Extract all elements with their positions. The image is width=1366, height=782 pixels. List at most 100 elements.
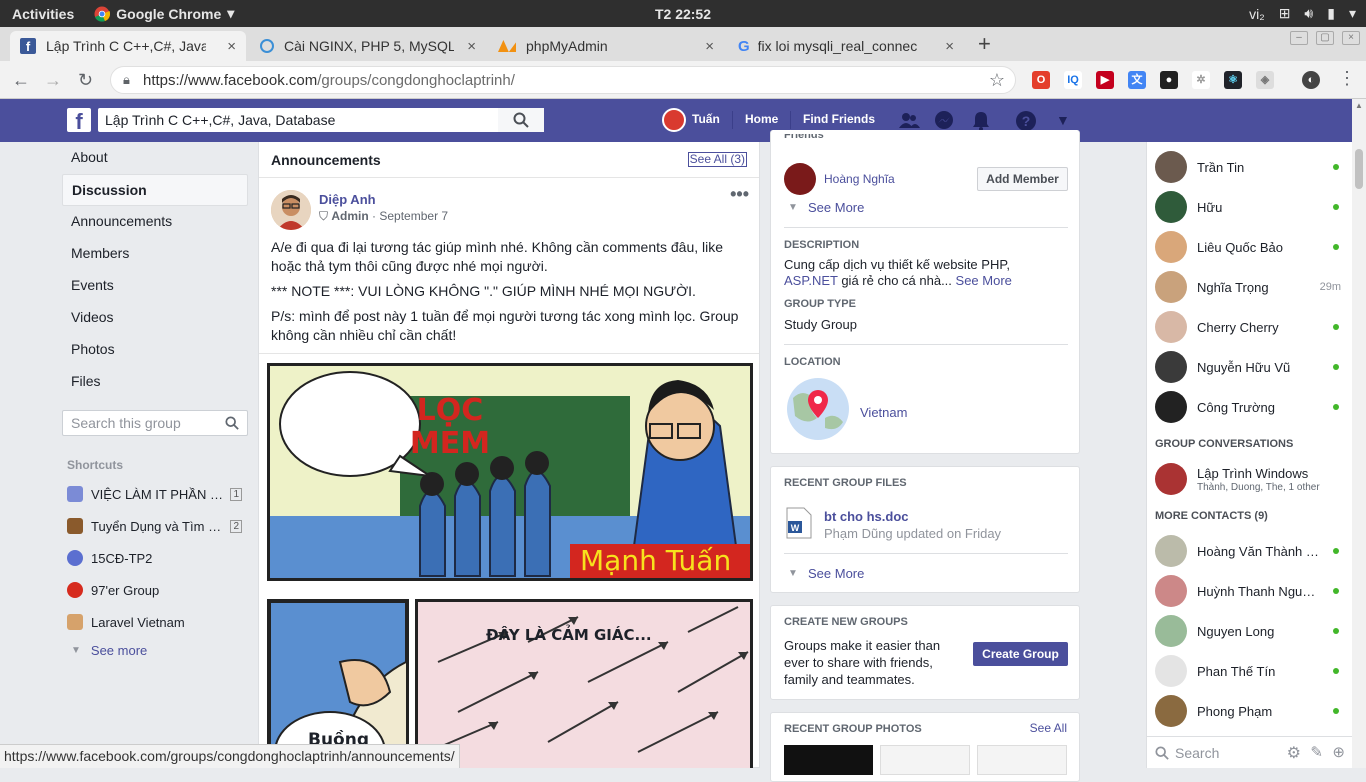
- search-button[interactable]: [498, 108, 544, 132]
- notifications-bell-icon[interactable]: [970, 110, 992, 132]
- new-tab-button[interactable]: +: [978, 31, 991, 57]
- group-chat-icon[interactable]: ⊕: [1332, 743, 1345, 761]
- chat-contact[interactable]: Hữu: [1147, 187, 1353, 227]
- comic-panel-right[interactable]: ĐÂY LÀ CẢM GIÁC...: [415, 599, 753, 768]
- aspnet-link[interactable]: ASP.NET: [784, 273, 838, 288]
- chat-contact[interactable]: Nghĩa Trọng 29m: [1147, 267, 1353, 307]
- create-group-button[interactable]: Create Group: [973, 642, 1068, 666]
- network-icon[interactable]: ⊞: [1279, 5, 1291, 22]
- page-scrollbar[interactable]: ▲: [1352, 99, 1366, 768]
- iq-extension-icon[interactable]: IQ: [1064, 71, 1082, 89]
- see-more-files-link[interactable]: See More: [808, 566, 864, 581]
- profile-link[interactable]: Tuấn: [692, 112, 720, 126]
- photo-thumbnail[interactable]: [977, 745, 1067, 775]
- close-tab-icon[interactable]: ×: [705, 38, 714, 55]
- find-friends-link[interactable]: Find Friends: [803, 112, 875, 126]
- gear-extension-icon[interactable]: ✲: [1192, 71, 1210, 89]
- nav-about[interactable]: About: [62, 142, 248, 174]
- friend-avatar[interactable]: [784, 163, 816, 195]
- nav-photos[interactable]: Photos: [62, 334, 248, 366]
- photo-thumbnail[interactable]: [784, 745, 873, 775]
- reload-icon[interactable]: ↻: [78, 70, 93, 91]
- video-extension-icon[interactable]: ▶: [1096, 71, 1114, 89]
- shortcut-item[interactable]: 97'er Group: [62, 574, 248, 606]
- chat-contact[interactable]: Nguyễn Hữu Vũ: [1147, 347, 1353, 387]
- react-extension-icon[interactable]: ⚛: [1224, 71, 1242, 89]
- nav-events[interactable]: Events: [62, 270, 248, 302]
- messenger-icon[interactable]: [933, 110, 955, 132]
- tab-facebook[interactable]: f Lập Trình C C++,C#, Java, ×: [10, 31, 246, 61]
- photo-thumbnail[interactable]: [880, 745, 970, 775]
- post-date[interactable]: September 7: [379, 209, 448, 223]
- user-avatar[interactable]: [662, 108, 686, 132]
- description-see-more-link[interactable]: See More: [956, 273, 1012, 288]
- shortcut-item[interactable]: 15CĐ-TP2: [62, 542, 248, 574]
- chat-contact[interactable]: Cherry Cherry: [1147, 307, 1353, 347]
- chat-contact[interactable]: Nguyen Long: [1147, 611, 1353, 651]
- nav-discussion[interactable]: Discussion: [62, 174, 248, 206]
- nav-videos[interactable]: Videos: [62, 302, 248, 334]
- see-more-friends-link[interactable]: See More: [808, 200, 864, 215]
- chat-search-input[interactable]: Search ⚙ ✎ ⊕: [1147, 736, 1353, 768]
- file-name-link[interactable]: bt cho hs.doc: [824, 509, 909, 524]
- office-extension-icon[interactable]: O: [1032, 71, 1050, 89]
- see-all-announcements-link[interactable]: See All (3): [687, 152, 747, 167]
- author-name[interactable]: Diệp Anh: [319, 192, 376, 207]
- shortcut-item[interactable]: VIỆC LÀM IT PHẦN MỀM 1: [62, 478, 248, 510]
- tab-phpmyadmin[interactable]: phpMyAdmin ×: [488, 31, 724, 61]
- mask-extension-icon[interactable]: ●: [1160, 71, 1178, 89]
- close-tab-icon[interactable]: ×: [945, 38, 954, 55]
- chat-contact[interactable]: Trần Tin: [1147, 147, 1353, 187]
- translate-extension-icon[interactable]: 文: [1128, 71, 1146, 89]
- compose-icon[interactable]: ✎: [1310, 743, 1323, 761]
- comic-panel-top[interactable]: LỌC MEM Mạnh Tuấn: [267, 363, 753, 581]
- friend-requests-icon[interactable]: [898, 110, 920, 132]
- author-avatar[interactable]: [271, 190, 311, 230]
- account-menu-chevron-icon[interactable]: ▼: [1056, 112, 1070, 128]
- volume-icon[interactable]: 🔊︎: [1304, 5, 1313, 22]
- help-icon[interactable]: ?: [1015, 110, 1037, 132]
- facebook-search-input[interactable]: Lập Trình C C++,C#, Java, Database: [98, 108, 544, 132]
- shortcut-item[interactable]: Tuyển Dụng và Tìm Việc 2: [62, 510, 248, 542]
- chat-contact[interactable]: Liêu Quốc Bảo: [1147, 227, 1353, 267]
- maximize-button[interactable]: ▢: [1316, 31, 1334, 45]
- tab-google-search[interactable]: G fix loi mysqli_real_connec ×: [728, 31, 964, 61]
- close-tab-icon[interactable]: ×: [467, 38, 476, 55]
- home-link[interactable]: Home: [745, 112, 778, 126]
- friend-name[interactable]: Hoàng Nghĩa: [824, 172, 895, 186]
- chat-contact[interactable]: Phong Phạm: [1147, 691, 1353, 731]
- scroll-up-icon[interactable]: ▲: [1355, 101, 1363, 110]
- profile-avatar[interactable]: ◐: [1302, 71, 1320, 89]
- chevron-down-icon[interactable]: ▾: [1349, 5, 1356, 22]
- minimize-button[interactable]: –: [1290, 31, 1308, 45]
- post-options-icon[interactable]: •••: [730, 184, 749, 205]
- activities-button[interactable]: Activities: [12, 6, 74, 22]
- nav-announcements[interactable]: Announcements: [62, 206, 248, 238]
- chat-contact[interactable]: Hoàng Văn Thành Công: [1147, 531, 1353, 571]
- close-tab-icon[interactable]: ×: [227, 38, 236, 55]
- back-icon[interactable]: ←: [12, 70, 30, 91]
- menu-kebab-icon[interactable]: ⋮: [1338, 68, 1356, 89]
- forward-icon[interactable]: →: [44, 70, 62, 91]
- battery-icon[interactable]: ▮: [1327, 5, 1335, 22]
- close-window-button[interactable]: ×: [1342, 31, 1360, 45]
- facebook-logo-icon[interactable]: f: [67, 108, 91, 134]
- keyboard-layout[interactable]: vi₂: [1249, 6, 1265, 22]
- group-search-input[interactable]: Search this group: [62, 410, 248, 436]
- bookmark-star-icon[interactable]: ☆: [989, 70, 1005, 91]
- chat-contact[interactable]: Phan Thế Tín: [1147, 651, 1353, 691]
- see-more-shortcuts[interactable]: ▼ See more: [62, 638, 248, 662]
- shortcut-item[interactable]: Laravel Vietnam: [62, 606, 248, 638]
- chat-contact[interactable]: Huỳnh Thanh Nguyên: [1147, 571, 1353, 611]
- app-menu[interactable]: Google Chrome ▾: [94, 5, 234, 22]
- gear-icon[interactable]: ⚙: [1287, 743, 1301, 763]
- chat-contact[interactable]: Công Trường: [1147, 387, 1353, 427]
- add-member-button[interactable]: Add Member: [977, 167, 1068, 191]
- nav-files[interactable]: Files: [62, 366, 248, 398]
- comic-panel-left[interactable]: Buồng: [267, 599, 409, 768]
- scrollbar-thumb[interactable]: [1355, 149, 1363, 189]
- location-link[interactable]: Vietnam: [860, 405, 907, 420]
- address-bar[interactable]: 🔒︎ https://www.facebook.com/groups/congd…: [110, 66, 1016, 94]
- cube-extension-icon[interactable]: ◈: [1256, 71, 1274, 89]
- map-pin-icon[interactable]: [785, 378, 851, 440]
